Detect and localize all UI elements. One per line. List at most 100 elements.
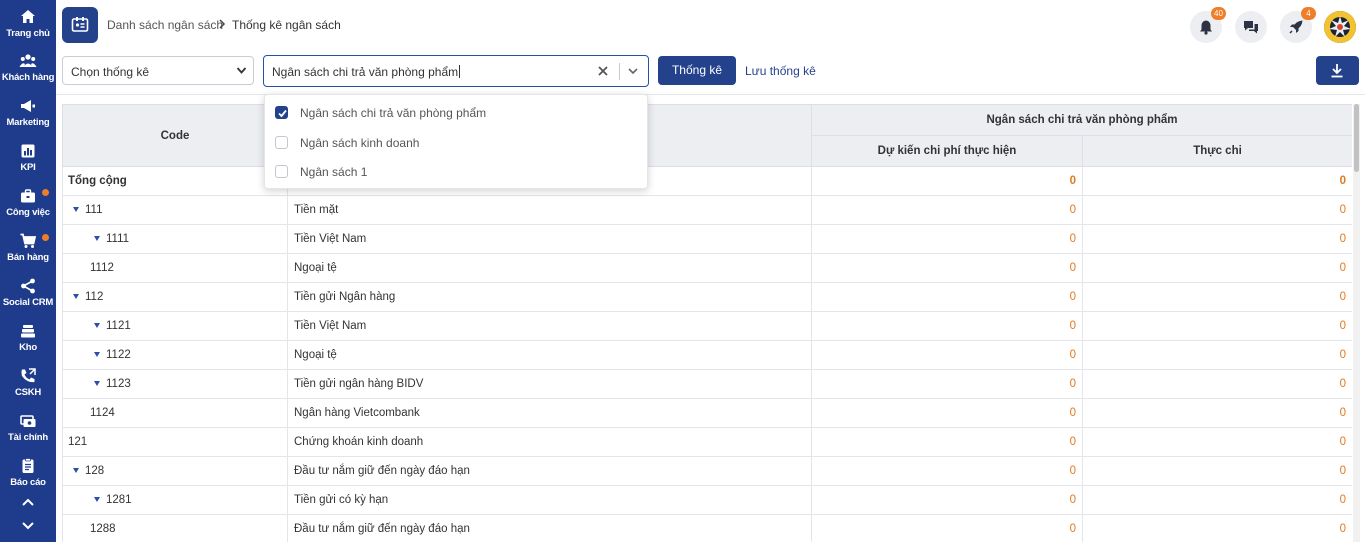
table-row[interactable]: 128 Đầu tư nắm giữ đến ngày đáo hạn 0 0 [62,456,1352,486]
stat-button[interactable]: Thống kê [658,56,736,85]
sidebar-item-reports[interactable]: Báo cáo [0,457,56,499]
sidebar-item-sales[interactable]: Bán hàng [0,232,56,274]
table-row[interactable]: 112 Tiền gửi Ngân hàng 0 0 [62,282,1352,312]
expand-caret-icon[interactable] [73,294,79,299]
notification-dot [42,189,49,196]
notifications-button[interactable]: 40 [1190,7,1226,43]
row-code: 1288 [90,523,116,535]
cell-code: 1121 [62,311,288,341]
expand-caret-icon[interactable] [73,207,79,212]
notifications-badge: 40 [1211,7,1226,20]
home-icon [21,10,35,23]
sidebar-item-label: KPI [20,162,36,173]
cell-code: 111 [62,195,288,225]
expand-caret-icon[interactable] [94,323,100,328]
briefcase-icon [21,189,35,203]
cell-planned: 0 [811,456,1083,486]
download-button[interactable] [1316,56,1359,85]
cell-name: Đầu tư nắm giữ đến ngày đáo hạn [287,456,812,486]
row-code: 121 [68,436,88,448]
cell-code: 1281 [62,485,288,515]
budget-dropdown-menu: Ngân sách chi trả văn phòng phẩm Ngân sá… [264,94,648,189]
sidebar-item-home[interactable]: Trang chủ [0,8,56,50]
check-icon [278,109,287,118]
sidebar-item-label: Bán hàng [7,252,49,263]
cell-planned: 0 [811,398,1083,428]
table-row[interactable]: 1112 Ngoại tệ 0 0 [62,253,1352,283]
dropdown-option-label: Ngân sách 1 [300,165,368,179]
table-row[interactable]: 1281 Tiền gửi có kỳ hạn 0 0 [62,485,1352,515]
row-code: 1112 [90,262,114,274]
cell-name: Ngân hàng Vietcombank [287,398,812,428]
stat-select[interactable]: Chọn thống kê [62,56,254,85]
sidebar-item-label: Tài chính [8,432,48,443]
rocket-button[interactable]: 4 [1280,7,1316,43]
scroll-down-arrow-icon[interactable] [18,518,38,534]
cell-name: Tiền gửi có kỳ hạn [287,485,812,515]
chevron-down-icon[interactable] [627,66,639,76]
chat-button[interactable] [1235,11,1267,43]
table-row[interactable]: Tổng cộng 0 0 [62,166,1352,196]
row-code: Tổng cộng [68,175,127,187]
cell-planned: 0 [811,195,1083,225]
expand-caret-icon[interactable] [73,468,79,473]
checkbox[interactable] [275,136,288,149]
column-header-actual[interactable]: Thực chi [1082,135,1352,167]
breadcrumb-parent[interactable]: Danh sách ngân sách [107,18,223,32]
text-cursor [459,65,461,78]
save-stat-link[interactable]: Lưu thống kê [745,64,816,78]
column-header-code[interactable]: Code [62,104,288,167]
sidebar-item-social-crm[interactable]: Social CRM [0,277,56,319]
download-icon [1331,64,1343,78]
column-header-planned[interactable]: Dự kiến chi phí thực hiện [811,135,1083,167]
cell-planned: 0 [811,369,1083,399]
expand-caret-icon[interactable] [94,497,100,502]
sidebar-item-marketing[interactable]: Marketing [0,97,56,139]
cell-name: Chứng khoán kinh doanh [287,427,812,457]
chevron-right-icon [219,19,226,29]
scrollbar-thumb[interactable] [1354,104,1359,172]
clear-icon[interactable] [597,65,609,77]
dropdown-option[interactable]: Ngân sách kinh doanh [265,127,649,156]
row-code: 1122 [106,349,131,361]
sidebar-item-customer-care[interactable]: CSKH [0,367,56,409]
select-divider [619,63,620,80]
table-row[interactable]: 1121 Tiền Việt Nam 0 0 [62,311,1352,341]
expand-caret-icon[interactable] [94,381,100,386]
avatar[interactable] [1324,11,1356,43]
cell-actual: 0 [1082,514,1352,542]
expand-caret-icon[interactable] [94,352,100,357]
table-row[interactable]: 1123 Tiền gửi ngân hàng BIDV 0 0 [62,369,1352,399]
sidebar-item-customers[interactable]: Khách hàng [0,52,56,94]
checkbox[interactable] [275,165,288,178]
expand-caret-icon[interactable] [94,236,100,241]
dropdown-option[interactable]: Ngân sách 1 [265,156,649,185]
table-row[interactable]: 1122 Ngoại tệ 0 0 [62,340,1352,370]
sidebar-item-kpi[interactable]: KPI [0,142,56,184]
checkbox-checked[interactable] [275,106,288,119]
rocket-icon [1289,20,1303,34]
cell-actual: 0 [1082,253,1352,283]
sidebar-item-label: Công việc [6,207,50,218]
sidebar-item-tasks[interactable]: Công việc [0,187,56,229]
table-row[interactable]: 1111 Tiền Việt Nam 0 0 [62,224,1352,254]
dropdown-option[interactable]: Ngân sách chi trả văn phòng phẩm [265,97,649,126]
sidebar-item-warehouse[interactable]: Kho [0,322,56,364]
sidebar-item-label: Social CRM [2,297,54,308]
table-row[interactable]: 1124 Ngân hàng Vietcombank 0 0 [62,398,1352,428]
cell-name: Tiền gửi Ngân hàng [287,282,812,312]
scroll-up-arrow-icon[interactable] [18,494,38,510]
table-row[interactable]: 111 Tiền mặt 0 0 [62,195,1352,225]
dropdown-option-label: Ngân sách chi trả văn phòng phẩm [300,106,487,120]
cell-planned: 0 [811,427,1083,457]
table-row[interactable]: 1288 Đầu tư nắm giữ đến ngày đáo hạn 0 0 [62,514,1352,542]
budget-multi-select[interactable]: Ngân sách chi trả văn phòng phẩm [263,55,649,87]
cell-code: 112 [62,282,288,312]
cell-actual: 0 [1082,369,1352,399]
dropdown-option-label: Ngân sách kinh doanh [300,136,420,150]
module-icon-button[interactable] [62,7,98,43]
table-row[interactable]: 121 Chứng khoán kinh doanh 0 0 [62,427,1352,457]
row-code: 1124 [90,407,115,419]
sidebar-item-finance[interactable]: Tài chính [0,412,56,454]
table-scrollbar[interactable] [1353,104,1360,542]
